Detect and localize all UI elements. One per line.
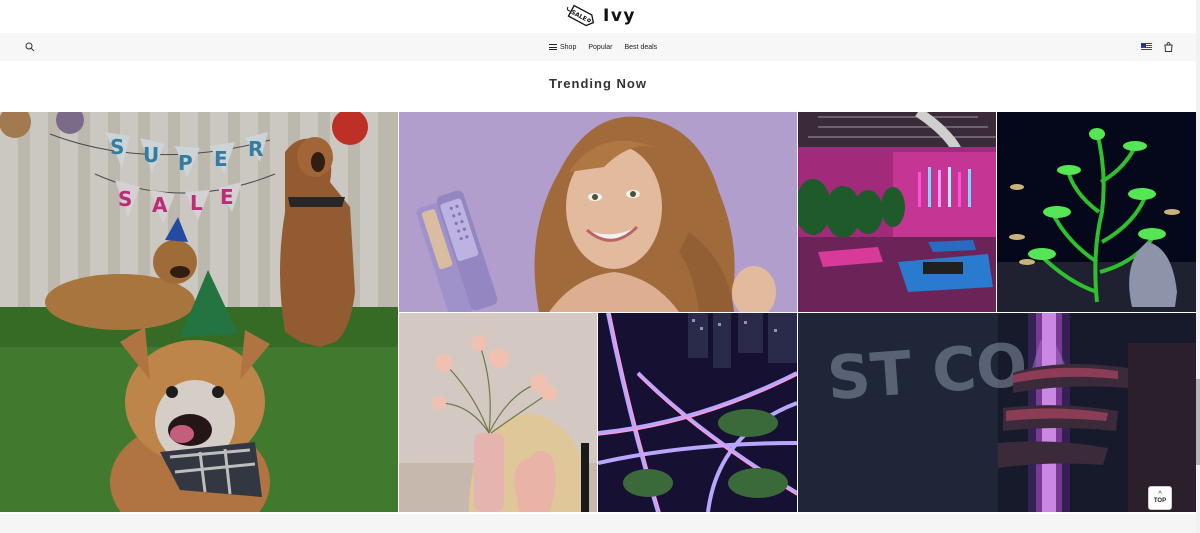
shopping-bag-icon[interactable]	[1164, 42, 1173, 52]
nav-item-label: Popular	[588, 43, 613, 51]
trending-tile-hair-straightener[interactable]	[399, 112, 797, 312]
main-nav: Shop Popular Best deals	[549, 33, 657, 61]
trending-tile-aquarium[interactable]	[997, 112, 1196, 312]
nav-item-label: Shop	[560, 43, 577, 51]
nav-item-label: Best deals	[624, 43, 658, 51]
section-title: Trending Now	[549, 76, 647, 91]
trending-tile-neon-studio[interactable]	[798, 112, 996, 312]
dogs-party-image: S U P E R S A L E	[0, 112, 398, 512]
nav-item-best-deals[interactable]: Best deals	[625, 44, 658, 51]
trending-tile-highway[interactable]	[598, 313, 797, 512]
aquarium-image	[997, 112, 1196, 312]
sale-tag-icon: SALE	[566, 4, 595, 27]
logo-bar: SALE Ivy	[0, 0, 1200, 33]
neon-studio-image	[798, 112, 996, 312]
brand-logo[interactable]: SALE Ivy	[565, 3, 636, 29]
trending-tile-flowers-vase[interactable]	[399, 313, 597, 512]
woman-hair-straightener-image	[399, 112, 797, 312]
flowers-vase-image	[399, 313, 597, 512]
us-flag-icon[interactable]	[1141, 43, 1152, 50]
footer-strip	[0, 514, 1196, 533]
scrollbar-thumb[interactable]	[1196, 379, 1200, 465]
trending-tile-dogs-sale[interactable]: S U P E R S A L E	[0, 112, 398, 512]
nav-item-popular[interactable]: Popular	[588, 44, 612, 51]
nav-item-shop[interactable]: Shop	[549, 44, 576, 51]
hamburger-menu-icon	[549, 44, 557, 50]
back-to-top-button[interactable]: ^ TOP	[1148, 486, 1172, 510]
neon-hand-image: ST COA	[798, 313, 1196, 512]
nav-bar: Shop Popular Best deals	[0, 33, 1196, 61]
trending-tile-neon-hand[interactable]: ST COA	[798, 313, 1196, 512]
search-icon[interactable]	[25, 42, 35, 52]
brand-name: Ivy	[603, 6, 636, 26]
highway-interchange-image	[598, 313, 797, 512]
back-to-top-label: TOP	[1153, 497, 1167, 504]
